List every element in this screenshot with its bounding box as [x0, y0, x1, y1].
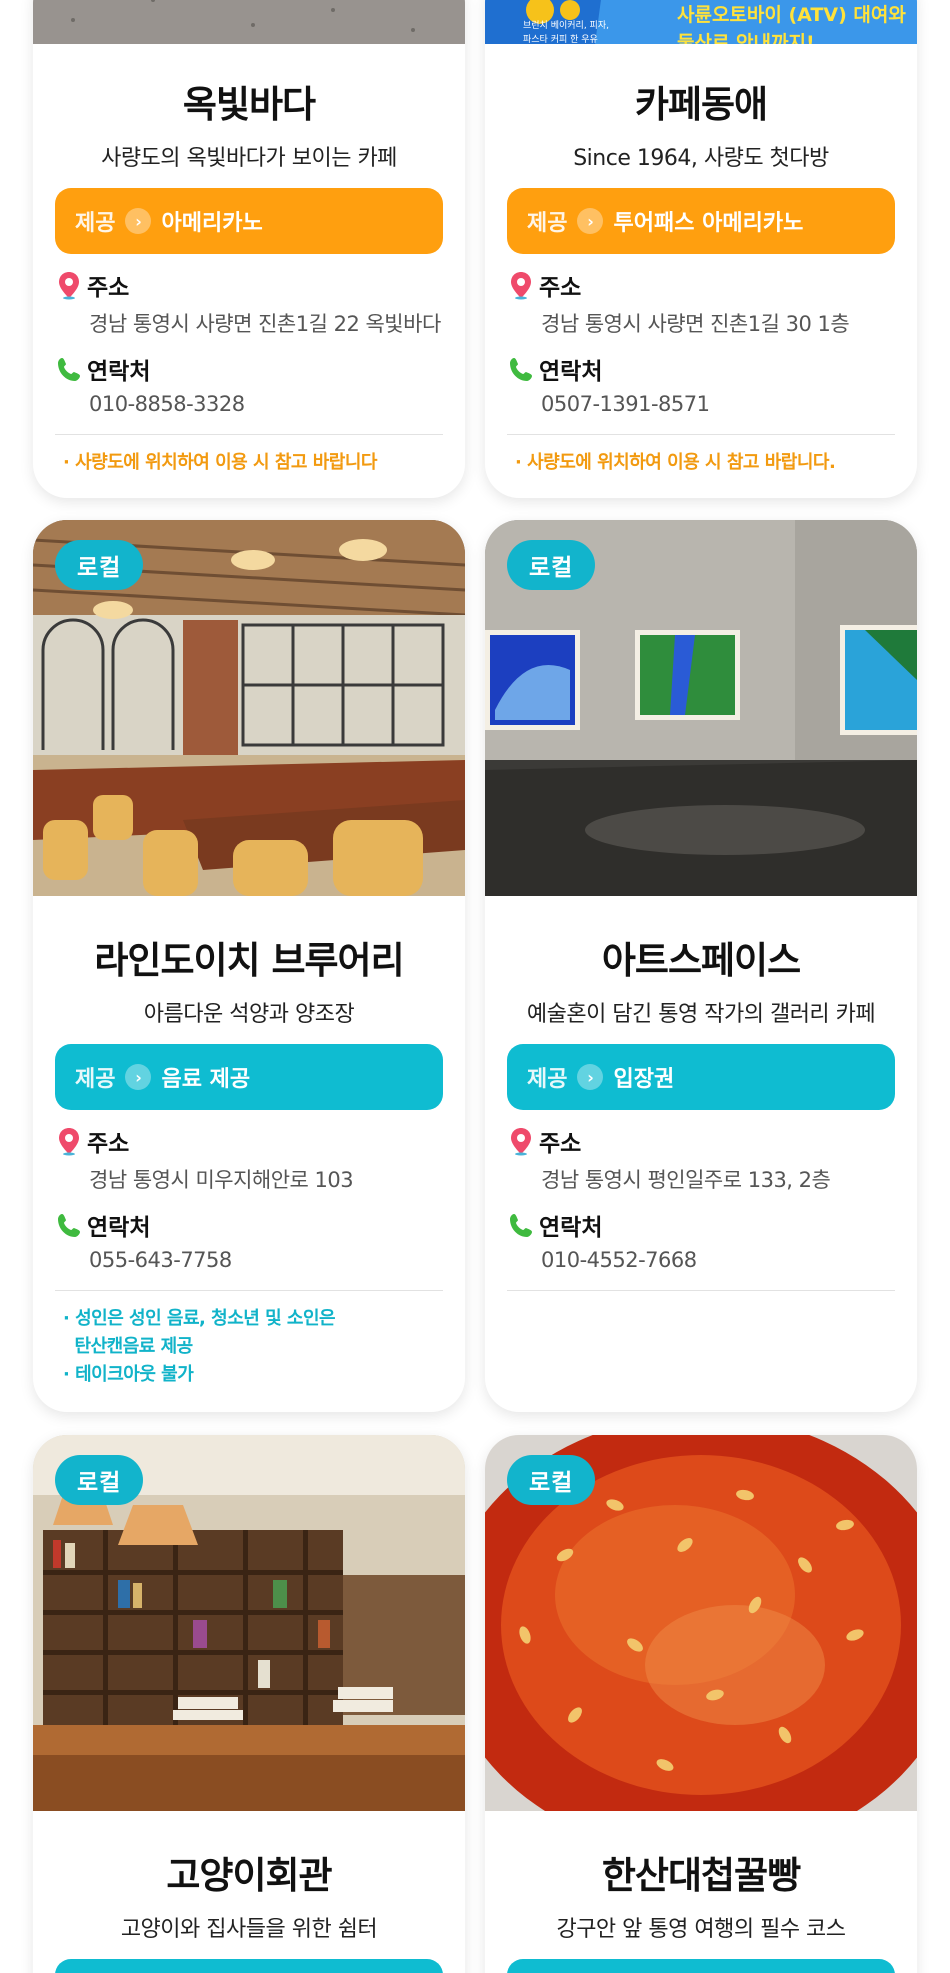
offer-prefix: 제공 [75, 211, 116, 236]
cafe-subtitle: 고양이와 집사들을 위한 쉼터 [120, 1917, 378, 1942]
contact-label: 연락처 [87, 359, 151, 385]
address-label: 주소 [539, 1131, 582, 1157]
cafe-subtitle: 예술혼이 담긴 통영 작가의 갤러리 카페 [526, 1002, 876, 1027]
offer-button[interactable]: 제공 › 아메리카노 [55, 188, 443, 254]
note-text: · 사량도에 위치하여 이용 시 참고 바랍니다. [515, 452, 836, 473]
phone-icon [510, 358, 532, 381]
note-line: · 테이크아웃 불가 [63, 1364, 194, 1385]
divider [507, 1290, 895, 1291]
cafe-subtitle: 강구안 앞 통영 여행의 필수 코스 [556, 1917, 846, 1942]
cafe-name: 고양이회관 [166, 1854, 332, 1897]
location-pin-icon [511, 272, 531, 300]
offer-prefix: 제공 [75, 1067, 116, 1092]
location-pin-icon [59, 272, 79, 300]
offer-prefix: 제공 [527, 211, 568, 236]
cafe-card-artspace[interactable]: 로컬 아트스페이스 예술혼이 담긴 통영 작가의 갤러리 카페 제공 › 입장권… [485, 520, 917, 1412]
promo-small-2: 파스타 커피 한 우유 [523, 35, 598, 44]
offer-button[interactable] [55, 1959, 443, 1973]
honey-bread-photo: 로컬 [485, 1435, 917, 1811]
cafe-card-okbit[interactable]: 옥빛바다 사량도의 옥빛바다가 보이는 카페 제공 › 아메리카노 주소 경남 … [33, 0, 465, 498]
cafe-card-dongae[interactable]: 사륜오토바이 (ATV) 대여와 둘산로 안내까지! 브런치 베이커리, 피자,… [485, 0, 917, 498]
offer-item: 음료 제공 [161, 1067, 251, 1092]
note-text: · 사량도에 위치하여 이용 시 참고 바랍니다 [63, 452, 377, 473]
cafe-name: 아트스페이스 [601, 939, 801, 982]
local-badge: 로컬 [55, 1455, 144, 1505]
offer-button[interactable]: 제공 › 음료 제공 [55, 1044, 443, 1110]
offer-prefix: 제공 [527, 1067, 568, 1092]
promo-small-1: 브런치 베이커리, 피자, [523, 21, 609, 31]
cafe-name: 옥빛바다 [182, 83, 316, 126]
cafe-image [33, 0, 465, 44]
contact-label: 연락처 [539, 359, 603, 385]
chevron-right-icon: › [577, 1064, 604, 1090]
address-value: 경남 통영시 미우지해안로 103 [89, 1168, 354, 1192]
phone-value[interactable]: 055-643-7758 [89, 1248, 443, 1272]
gallery-photo: 로컬 [485, 520, 917, 896]
phone-value[interactable]: 0507-1391-8571 [541, 392, 895, 416]
note-line: · 성인은 성인 음료, 청소년 및 소인은 [63, 1308, 336, 1329]
bookshelf-photo: 로컬 [33, 1435, 465, 1811]
cafe-name: 라인도이치 브루어리 [94, 939, 404, 982]
address-value: 경남 통영시 사량면 진촌1길 22 옥빛바다 [89, 312, 441, 336]
phone-value[interactable]: 010-8858-3328 [89, 392, 443, 416]
cafe-promo-image: 사륜오토바이 (ATV) 대여와 둘산로 안내까지! 브런치 베이커리, 피자,… [485, 0, 917, 44]
cafe-subtitle: 사량도의 옥빛바다가 보이는 카페 [101, 146, 397, 171]
offer-item: 아메리카노 [161, 211, 263, 236]
offer-button[interactable] [507, 1959, 895, 1973]
contact-label: 연락처 [87, 1215, 151, 1241]
chevron-right-icon: › [125, 208, 152, 234]
address-label: 주소 [87, 1131, 130, 1157]
offer-item: 투어패스 아메리카노 [613, 211, 804, 236]
promo-text-line1: 사륜오토바이 (ATV) 대여와 [677, 4, 906, 26]
contact-label: 연락처 [539, 1215, 603, 1241]
local-badge: 로컬 [55, 540, 144, 590]
chevron-right-icon: › [125, 1064, 152, 1090]
cafe-card-hansan[interactable]: 로컬 한산대첩꿀빵 강구안 앞 통영 여행의 필수 코스 [485, 1435, 917, 1973]
cafe-name: 한산대첩꿀빵 [601, 1854, 801, 1897]
phone-value[interactable]: 010-4552-7668 [541, 1248, 895, 1272]
address-value: 경남 통영시 사량면 진촌1길 30 1층 [541, 312, 850, 336]
phone-icon [58, 1214, 80, 1237]
offer-button[interactable]: 제공 › 입장권 [507, 1044, 895, 1110]
phone-icon [58, 358, 80, 381]
divider [55, 1290, 443, 1291]
chevron-right-icon: › [577, 208, 604, 234]
divider [507, 434, 895, 435]
address-label: 주소 [539, 275, 582, 301]
cafe-subtitle: Since 1964, 사량도 첫다방 [573, 146, 829, 171]
cafe-card-rheindeutsch[interactable]: 로컬 라인도이치 브루어리 아름다운 석양과 양조장 제공 › 음료 제공 주소… [33, 520, 465, 1412]
cafe-name: 카페동애 [634, 83, 768, 126]
divider [55, 434, 443, 435]
brewery-photo: 로컬 [33, 520, 465, 896]
offer-button[interactable]: 제공 › 투어패스 아메리카노 [507, 188, 895, 254]
location-pin-icon [59, 1128, 79, 1156]
promo-text-line2: 둘산로 안내까지! [677, 32, 815, 44]
address-label: 주소 [87, 275, 130, 301]
cafe-subtitle: 아름다운 석양과 양조장 [143, 1002, 355, 1027]
phone-icon [510, 1214, 532, 1237]
address-value: 경남 통영시 평인일주로 133, 2층 [541, 1168, 831, 1192]
offer-item: 입장권 [613, 1067, 675, 1092]
location-pin-icon [511, 1128, 531, 1156]
note-text: · 성인은 성인 음료, 청소년 및 소인은 탄산캔음료 제공 · 테이크아웃 … [55, 1305, 443, 1389]
local-badge: 로컬 [507, 1455, 596, 1505]
cafe-card-goyangi[interactable]: 로컬 고양이회관 고양이와 집사들을 위한 쉼터 [33, 1435, 465, 1973]
local-badge: 로컬 [507, 540, 596, 590]
note-line: 탄산캔음료 제공 [63, 1336, 194, 1357]
